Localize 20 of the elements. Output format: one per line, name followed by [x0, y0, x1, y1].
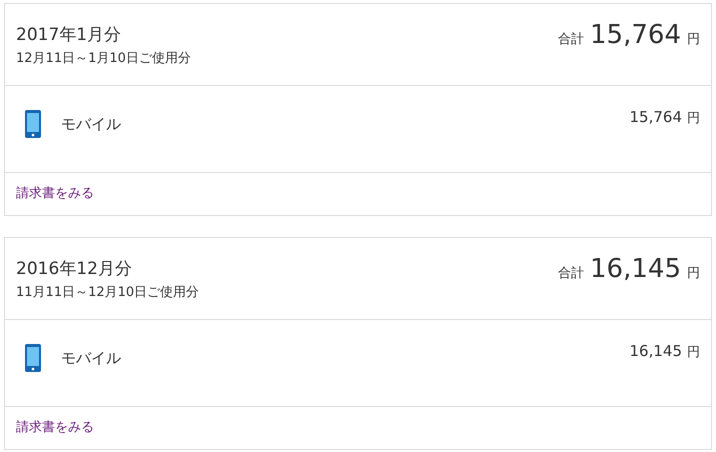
billing-month: 2016年12月分 — [16, 258, 133, 280]
service-name: モバイル — [61, 114, 121, 135]
total-label: 合計 — [558, 31, 584, 49]
item-amount: 16,145 — [630, 341, 682, 362]
total-amount: 15,764 — [590, 20, 681, 50]
total-amount: 16,145 — [590, 254, 681, 284]
view-invoice-link[interactable]: 請求書をみる — [16, 418, 94, 438]
usage-period: 11月11日～12月10日ご使用分 — [16, 284, 200, 302]
currency-unit: 円 — [687, 31, 700, 49]
smartphone-icon — [25, 110, 41, 138]
smartphone-icon — [25, 344, 41, 372]
currency-unit: 円 — [687, 265, 700, 283]
billing-month: 2017年1月分 — [16, 24, 122, 46]
view-invoice-link[interactable]: 請求書をみる — [16, 184, 94, 204]
item-amount: 15,764 — [630, 107, 682, 128]
currency-unit: 円 — [687, 110, 700, 128]
currency-unit: 円 — [687, 344, 700, 362]
service-name: モバイル — [61, 348, 121, 369]
usage-period: 12月11日～1月10日ご使用分 — [16, 50, 191, 68]
total-label: 合計 — [558, 265, 584, 283]
